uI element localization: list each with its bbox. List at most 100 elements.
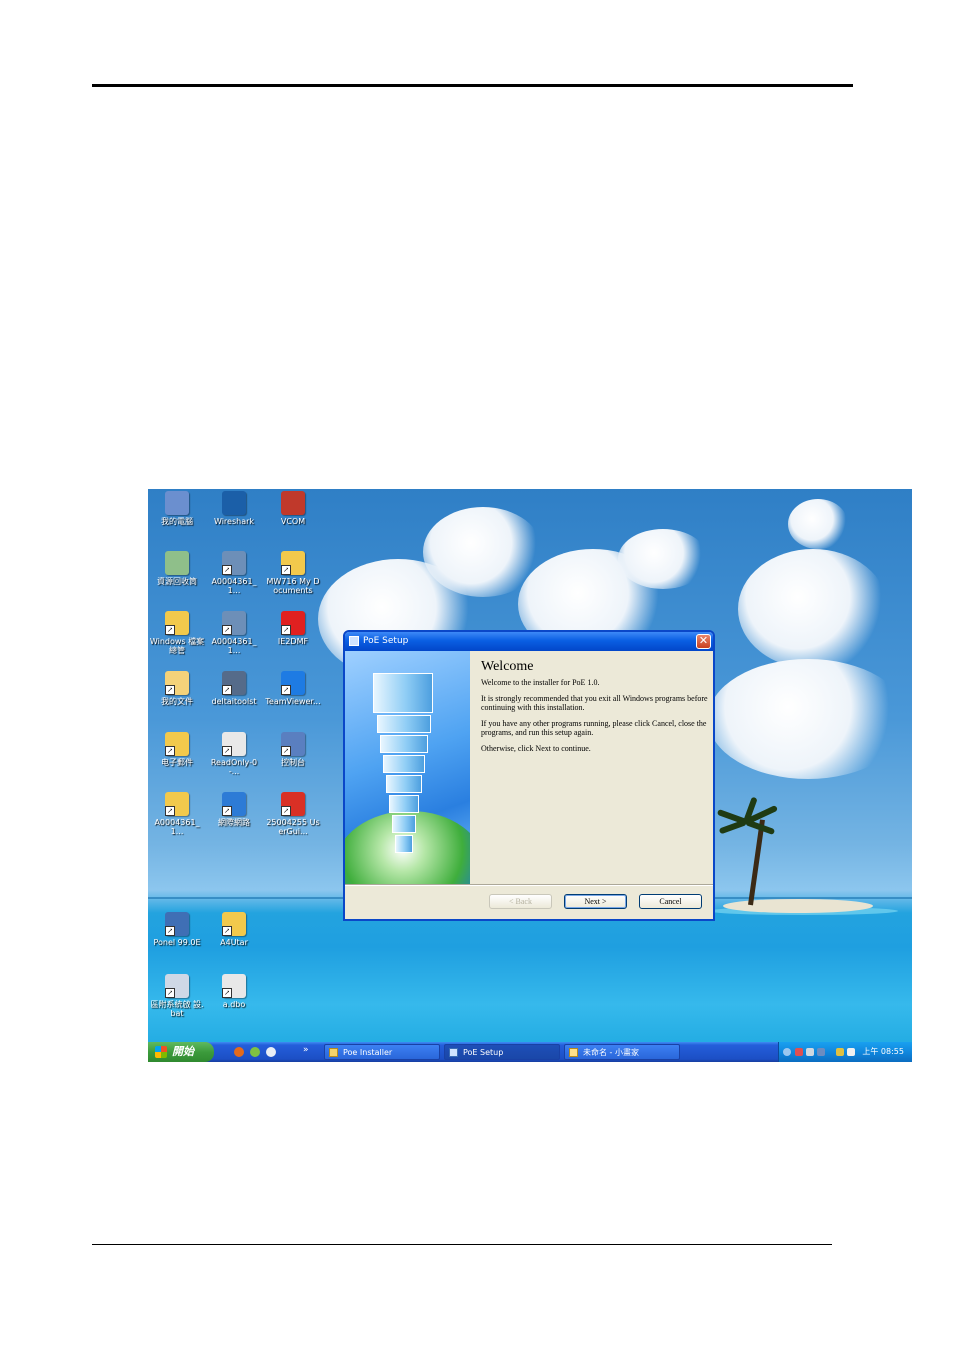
desktop-icon-label: 我的電腦 [161,517,193,526]
task-paint[interactable]: 未命名 - 小畫家 [564,1044,680,1060]
system-tray: 上午 08:55 [778,1042,912,1062]
shortcut-arrow-icon: ↗ [222,685,232,695]
control-panel-icon: ↗ [281,732,305,756]
next-button[interactable]: Next > [564,894,627,909]
desktop-icon-label: 控制台 [281,758,305,767]
task-label: 未命名 - 小畫家 [583,1048,639,1057]
desktop-icon[interactable]: ↗ 區附系統啟 設.bat [149,974,205,1018]
desktop-icon[interactable]: 我的電腦 [149,491,205,526]
pdf-icon: ↗ [281,792,305,816]
text-file-icon: ↗ [222,732,246,756]
dialog-title: PoE Setup [363,636,409,646]
volume-icon[interactable] [847,1048,855,1056]
desktop-icon-label: 區附系統啟 設.bat [150,1000,204,1018]
shortcut-arrow-icon: ↗ [165,988,175,998]
batch-file-icon: ↗ [165,974,189,998]
desktop-icon[interactable]: 資源回收筒 [149,551,205,586]
shortcut-arrow-icon: ↗ [222,988,232,998]
computer-icon [165,491,189,515]
desktop-icon[interactable]: ↗ A0004361_1... [206,551,262,595]
desktop-icon-label: Wireshark [213,517,255,526]
dialog-titlebar[interactable]: PoE Setup ✕ [345,632,713,651]
wireshark-icon [222,491,246,515]
recommendation-text: It is strongly recommended that you exit… [481,694,708,712]
desktop-screenshot: 我的電腦 Wireshark VCOM 資源回收筒 ↗ A0004361_1... ↗ MW7… [148,489,912,1062]
desktop-icon-label: 資源回收筒 [157,577,197,586]
tower-graphic [395,835,413,853]
back-button[interactable]: < Back [489,894,552,909]
firefox-icon[interactable] [234,1047,244,1057]
clock[interactable]: 上午 08:55 [862,1042,904,1062]
task-poe-setup[interactable]: PoE Setup [444,1044,560,1060]
ime-icon[interactable] [836,1048,844,1056]
desktop-icon[interactable]: ↗ 25004255 UserGui... [265,792,321,836]
folder-icon [329,1048,338,1057]
email-icon: ↗ [165,732,189,756]
media-icon[interactable] [266,1047,276,1057]
recycle-bin-icon [165,551,189,575]
desktop-icon[interactable]: ↗ 控制台 [265,732,321,767]
taskbar: 開始 » Poe Installer PoE Setup 未命名 - 小畫家 上… [148,1042,912,1062]
desktop-icon[interactable]: ↗ A0004361_1... [149,792,205,836]
desktop-icon-label: Ponel 99.0E [153,938,201,947]
start-button[interactable]: 開始 [148,1042,214,1062]
desktop-icon-label: A0004361_1... [211,637,257,655]
shortcut-arrow-icon: ↗ [165,746,175,756]
desktop-icon[interactable]: VCOM [265,491,321,526]
shortcut-arrow-icon: ↗ [281,806,291,816]
teamviewer-icon: ↗ [281,671,305,695]
desktop-icon[interactable]: ↗ 我的文件 [149,671,205,706]
desktop-icon[interactable]: Wireshark [206,491,262,526]
tower-graphic [386,775,422,793]
program-icon: ↗ [165,912,189,936]
shortcut-arrow-icon: ↗ [222,746,232,756]
poe-setup-dialog: PoE Setup ✕ Welcome Welcome to the insta… [343,630,715,921]
desktop-icon[interactable]: ↗ deltaitoolst [206,671,262,706]
chevron-right-icon[interactable]: » [303,1045,309,1055]
desktop-icon-label: A4Utar [220,938,248,947]
task-poe-installer[interactable]: Poe Installer [324,1044,440,1060]
cancel-button[interactable]: Cancel [639,894,702,909]
desktop-icon[interactable]: ↗ Ponel 99.0E [149,912,205,947]
cloud [618,529,708,589]
desktop-icon-label: A0004361_1... [154,818,200,836]
button-separator [345,884,713,886]
desktop-icon[interactable]: ↗ IE2DMF [265,611,321,646]
desktop-icon[interactable]: ↗ TeamViewer... [265,671,321,706]
zip-file-icon: ↗ [222,551,246,575]
palm-tree-icon [748,819,765,906]
network-icon[interactable] [795,1048,803,1056]
mp-icon: ↗ [281,611,305,635]
paint-icon [569,1048,578,1057]
shortcut-arrow-icon: ↗ [281,565,291,575]
cloud [708,659,908,779]
desktop-icon[interactable]: ↗ Windows 檔案總管 [149,611,205,655]
desktop-icon[interactable]: ↗ a.dbo [206,974,262,1009]
desktop-icon-label: 电子郵件 [161,758,193,767]
desktop-icon[interactable]: ↗ A0004361_1... [206,611,262,655]
desktop-icon[interactable]: ↗ A4Utar [206,912,262,947]
security-icon[interactable] [817,1048,825,1056]
desktop-icon-label: VCOM [280,517,306,526]
desktop-icon-label: TeamViewer... [265,697,321,706]
desktop-icon[interactable]: ↗ MW716 My Documents [265,551,321,595]
monitor-icon[interactable] [806,1048,814,1056]
chevron-left-icon[interactable] [783,1048,791,1056]
shortcut-arrow-icon: ↗ [165,685,175,695]
shortcut-arrow-icon: ↗ [222,625,232,635]
messenger-icon[interactable] [250,1047,260,1057]
desktop-icon[interactable]: ↗ 網際網路 [206,792,262,827]
vcom-icon [281,491,305,515]
desktop-icon-label: deltaitoolst [211,697,257,706]
island [723,899,873,913]
desktop-icon-label: Windows 檔案總管 [149,637,205,655]
dialog-content: Welcome Welcome to the installer for PoE… [481,659,709,760]
desktop-icon[interactable]: ↗ ReadOnly-0-... [206,732,262,776]
top-rule [92,84,853,87]
close-button[interactable]: ✕ [696,634,711,649]
cancel-instruction-text: If you have any other programs running, … [481,719,707,737]
folder-icon: ↗ [222,912,246,936]
desktop-icon[interactable]: ↗ 电子郵件 [149,732,205,767]
close-icon: ✕ [698,634,709,647]
bottom-rule [92,1244,832,1245]
